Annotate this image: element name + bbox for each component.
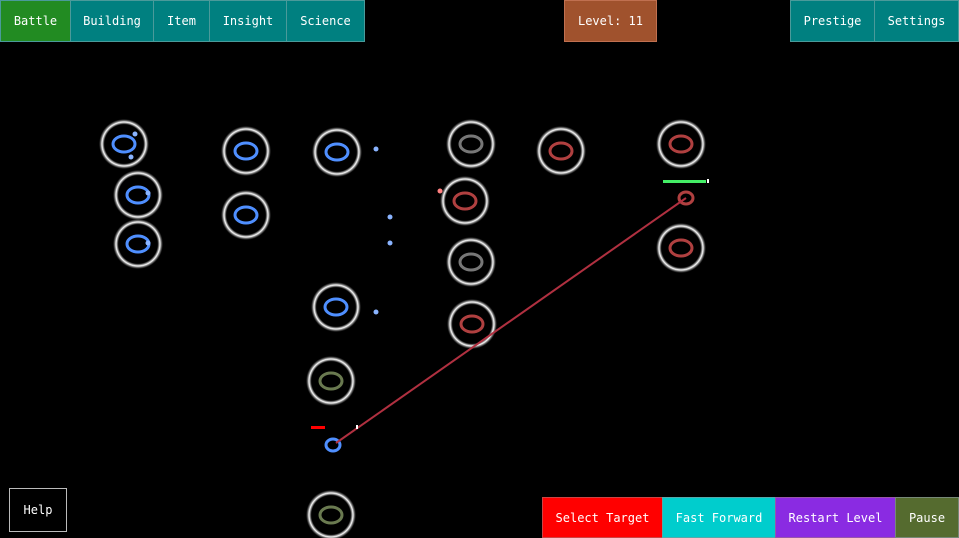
shielded-ship[interactable] <box>446 119 496 169</box>
button-label: Pause <box>908 510 946 525</box>
player-health-bar <box>311 426 325 429</box>
prestige-label: Prestige <box>803 14 862 28</box>
prestige-button[interactable]: Prestige <box>790 0 875 42</box>
help-label: Help <box>23 503 53 517</box>
level-label: Level: 11 <box>577 14 644 28</box>
shield <box>221 190 271 240</box>
button-label: Select Target <box>555 510 650 525</box>
restart-level-button[interactable]: Restart Level <box>775 497 896 538</box>
shielded-ship[interactable] <box>113 170 163 220</box>
shielded-ship[interactable] <box>221 190 271 240</box>
shielded-ship[interactable] <box>221 126 271 176</box>
shielded-ship[interactable] <box>113 219 163 269</box>
shielded-ship[interactable] <box>656 119 706 169</box>
shielded-ship[interactable] <box>447 299 497 349</box>
tab-battle[interactable]: Battle <box>0 0 71 42</box>
projectile <box>145 190 151 196</box>
shield <box>311 282 361 332</box>
shield <box>113 170 163 220</box>
settings-label: Settings <box>887 14 946 28</box>
shield <box>113 219 163 269</box>
tab-label: Insight <box>222 14 274 28</box>
help-button[interactable]: Help <box>9 488 67 532</box>
shield <box>446 119 496 169</box>
button-label: Restart Level <box>788 510 883 525</box>
projectile <box>387 240 393 246</box>
enemy-health-bar <box>663 180 706 183</box>
shield <box>440 176 490 226</box>
projectile <box>373 309 379 315</box>
tab-label: Item <box>167 14 196 28</box>
shield <box>306 356 356 406</box>
tab-building[interactable]: Building <box>70 0 154 42</box>
projectile <box>145 240 151 246</box>
projectile <box>387 214 393 220</box>
tab-insight[interactable]: Insight <box>209 0 287 42</box>
tab-item[interactable]: Item <box>153 0 210 42</box>
tab-science[interactable]: Science <box>286 0 365 42</box>
shielded-ship[interactable] <box>656 223 706 273</box>
shielded-ship[interactable] <box>536 126 586 176</box>
settings-button[interactable]: Settings <box>874 0 959 42</box>
shielded-ship[interactable] <box>312 127 362 177</box>
shield <box>656 223 706 273</box>
shielded-ship[interactable] <box>306 356 356 406</box>
shielded-ship[interactable] <box>440 176 490 226</box>
projectile <box>132 131 138 137</box>
button-label: Fast Forward <box>675 510 763 525</box>
enemy-health-tick <box>707 179 709 183</box>
tab-label: Battle <box>13 14 58 28</box>
shield <box>447 299 497 349</box>
projectile <box>373 146 379 152</box>
select-target-button[interactable]: Select Target <box>542 497 663 538</box>
laser-beam <box>335 197 687 444</box>
level-indicator: Level: 11 <box>564 0 657 42</box>
shielded-ship[interactable] <box>446 237 496 287</box>
shield <box>312 127 362 177</box>
battlefield[interactable] <box>0 0 959 538</box>
tab-label: Science <box>300 14 351 28</box>
shielded-ship[interactable] <box>311 282 361 332</box>
shield <box>306 490 356 538</box>
shielded-ship[interactable] <box>99 119 149 169</box>
pause-button[interactable]: Pause <box>895 497 959 538</box>
shield <box>536 126 586 176</box>
projectile <box>437 188 443 194</box>
projectile <box>128 154 134 160</box>
tab-label: Building <box>83 14 141 28</box>
shield <box>99 119 149 169</box>
shield <box>221 126 271 176</box>
shield <box>656 119 706 169</box>
player-health-tick <box>356 425 358 429</box>
shield <box>446 237 496 287</box>
shielded-ship[interactable] <box>306 490 356 538</box>
fast-forward-button[interactable]: Fast Forward <box>662 497 776 538</box>
